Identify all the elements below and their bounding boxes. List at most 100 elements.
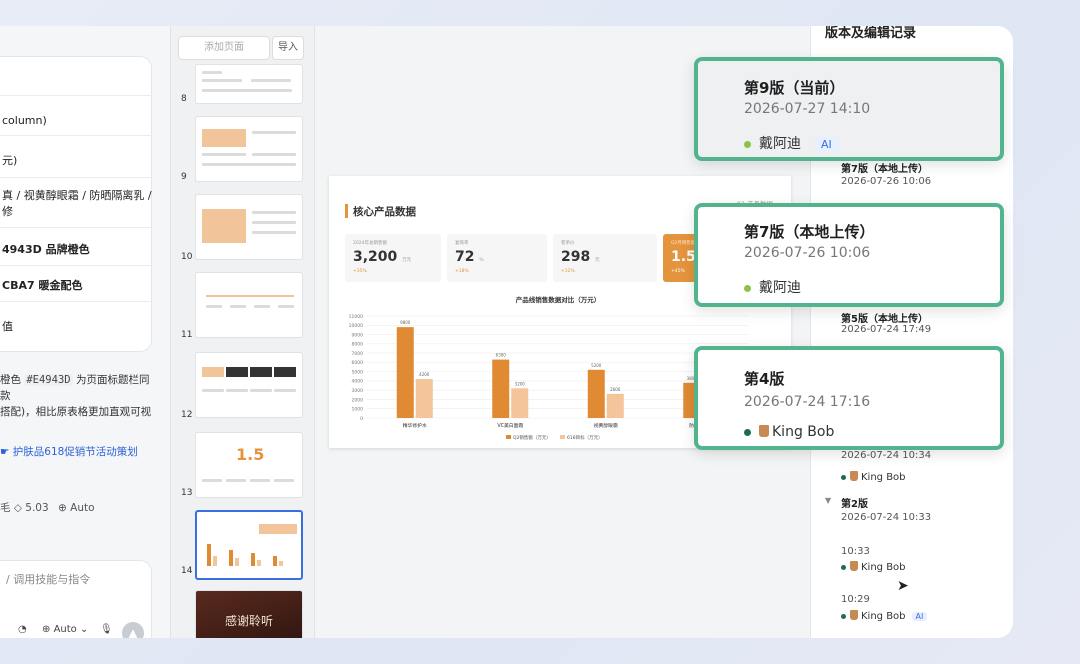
thumb-big-number: 1.5 <box>236 445 265 464</box>
mode-selector[interactable]: ⊕ Auto ⌄ <box>42 624 88 635</box>
version-callout-v7[interactable]: 第7版（本地上传） 2026-07-26 10:06 戴阿迪 <box>694 203 1004 307</box>
bar-value-label: 5200 <box>591 363 602 368</box>
bar <box>587 369 605 418</box>
y-tick-label: 11000 <box>349 314 363 320</box>
thumb-number: 9 <box>181 172 187 182</box>
version-name[interactable]: 第5版（本地上传） <box>841 310 928 325</box>
y-tick-label: 4000 <box>352 379 364 385</box>
version-callout-current[interactable]: 第9版（当前） 2026-07-27 14:10 戴阿迪 AI <box>694 57 1004 161</box>
outline-card: column) 元) 真 / 视黄醇眼霜 / 防晒隔离乳 / 修 4943D 品… <box>0 56 152 352</box>
kpi-delta: +12% <box>561 269 575 274</box>
version-user: King Bob <box>841 561 906 573</box>
y-tick-label: 10000 <box>349 323 363 329</box>
avatar <box>759 425 769 437</box>
kpi-value: 72 % <box>455 249 484 265</box>
callout-version-time: 2026-07-27 14:10 <box>744 101 871 117</box>
model-icon: 毛 ◇ <box>0 502 22 514</box>
arrow-up-icon: ▲ <box>128 626 138 638</box>
user-name: King Bob <box>861 472 906 483</box>
version-user: King Bob AI <box>841 610 928 622</box>
edit-time: 10:33 <box>841 546 870 557</box>
callout-version-name: 第7版（本地上传） <box>744 223 875 241</box>
input-placeholder: / 调用技能与指令 <box>6 573 91 586</box>
outline-row: 4943D 品牌橙色 <box>0 227 152 265</box>
kpi-number: 72 <box>455 249 475 265</box>
ai-badge: AI <box>815 136 838 152</box>
chart-title: 产品线销售数据对比（万元） <box>516 295 601 304</box>
x-tick-label: 精华修护水 <box>403 422 427 429</box>
user-status-dot <box>744 284 751 292</box>
kpi-value: 298 元 <box>561 249 600 265</box>
thumbnail-10[interactable] <box>195 194 303 260</box>
kpi-label: 2024年总销售额 <box>353 241 387 246</box>
avatar <box>850 471 858 481</box>
outline-row: 值 <box>0 301 152 351</box>
user-name: 戴阿迪 <box>759 136 801 152</box>
kpi-number: 1.5 <box>671 249 696 265</box>
version-time: 2026-07-24 10:33 <box>841 512 932 523</box>
y-tick-label: 3000 <box>352 388 364 394</box>
callout-user: King Bob <box>744 424 834 440</box>
bar <box>606 393 624 418</box>
y-tick-label: 0 <box>360 416 363 422</box>
thumbnail-12[interactable] <box>195 352 303 418</box>
thumbnail-8[interactable] <box>195 64 303 104</box>
bar-value-label: 3200 <box>515 381 526 386</box>
kpi-label: 复购率 <box>455 241 469 246</box>
callout-version-time: 2026-07-24 17:16 <box>744 394 871 410</box>
thumbnail-13[interactable]: 1.5 <box>195 432 303 498</box>
version-callout-v4[interactable]: 第4版 2026-07-24 17:16 King Bob <box>694 346 1004 450</box>
kpi-number: 298 <box>561 249 591 265</box>
color-code: #E4943D <box>24 374 73 386</box>
kpi-unit: 万元 <box>402 258 412 263</box>
outline-row: 真 / 视黄醇眼霜 / 防晒隔离乳 / 修 <box>0 177 152 227</box>
kpi-card: 2024年总销售额 3,200 万元 +35% <box>345 234 441 282</box>
kpi-card: 客单价 298 元 +12% <box>553 234 657 282</box>
panel-title: 版本及编辑记录 <box>825 26 917 41</box>
y-tick-label: 8000 <box>352 342 364 348</box>
chevron-down-icon[interactable]: ▼ <box>825 496 831 505</box>
assistant-message: 橙色 #E4943D 为页面标题栏同款 搭配)，相比原表格更加直观可视 <box>0 372 152 420</box>
version-time: 2026-07-26 10:06 <box>841 176 932 187</box>
y-tick-label: 6000 <box>352 360 364 366</box>
thumb-number: 13 <box>181 488 193 498</box>
kpi-card: 复购率 72 % +18% <box>447 234 547 282</box>
import-button[interactable]: 导入 <box>272 36 304 60</box>
outline-row: column) <box>0 95 152 135</box>
user-status-dot <box>744 140 751 148</box>
thumbnail-11[interactable] <box>195 272 303 338</box>
callout-user: 戴阿迪 <box>744 277 801 297</box>
title-accent-bar <box>345 204 348 218</box>
bar-value-label: 2600 <box>610 387 621 392</box>
edit-time: 10:29 <box>841 594 870 605</box>
ai-badge: AI <box>911 612 928 621</box>
kpi-label: 客单价 <box>561 241 575 246</box>
auto-icon: ⊕ <box>58 502 67 514</box>
kpi-value: 1.5 <box>671 249 696 265</box>
user-status-dot <box>841 613 846 619</box>
project-link-text[interactable]: 护肤品618促销节活动策划 <box>13 446 138 458</box>
user-name: King Bob <box>861 562 906 573</box>
mode-label: Auto <box>53 624 77 635</box>
loading-icon[interactable]: ◔ <box>18 624 27 635</box>
msg-text: 橙色 <box>0 374 25 386</box>
bar-value-label: 9800 <box>400 320 411 325</box>
project-link[interactable]: ☛ 护肤品618促销节活动策划 <box>0 444 138 459</box>
user-name: 戴阿迪 <box>759 280 801 296</box>
send-button[interactable]: ▲ <box>122 622 144 638</box>
user-status-dot <box>744 428 751 436</box>
microphone-icon[interactable]: 🎙 <box>100 624 113 635</box>
thumb-number: 8 <box>181 94 187 104</box>
user-name: King Bob <box>772 424 835 440</box>
add-page-button[interactable]: 添加页面 <box>178 36 270 60</box>
thumbnail-15[interactable]: 感谢聆听 <box>195 590 303 638</box>
bar <box>415 379 433 418</box>
version-name[interactable]: 第7版（本地上传） <box>841 160 928 175</box>
thumbnail-14-selected[interactable] <box>195 510 303 580</box>
legend-swatch <box>506 435 511 439</box>
version-user: King Bob <box>841 471 906 483</box>
version-name[interactable]: 第2版 <box>841 495 868 510</box>
y-tick-label: 2000 <box>352 397 364 403</box>
legend-label: Q2销售额（万元） <box>513 434 551 441</box>
thumbnail-9[interactable] <box>195 116 303 182</box>
